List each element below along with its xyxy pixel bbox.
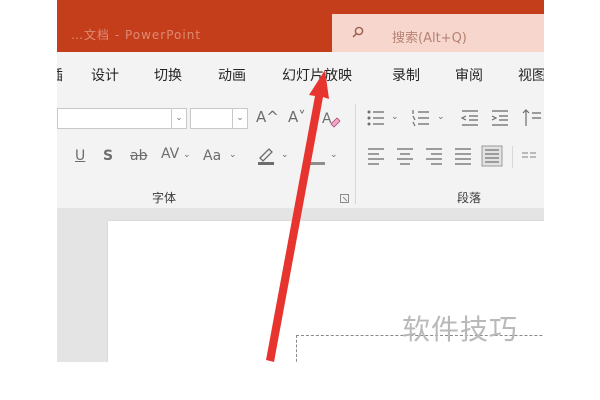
screenshot-stage: …文档 - PowerPoint 搜索(Alt+Q) 插 设计 切换 动画 幻灯…: [0, 0, 600, 400]
annotation-arrow-icon: [266, 70, 329, 362]
